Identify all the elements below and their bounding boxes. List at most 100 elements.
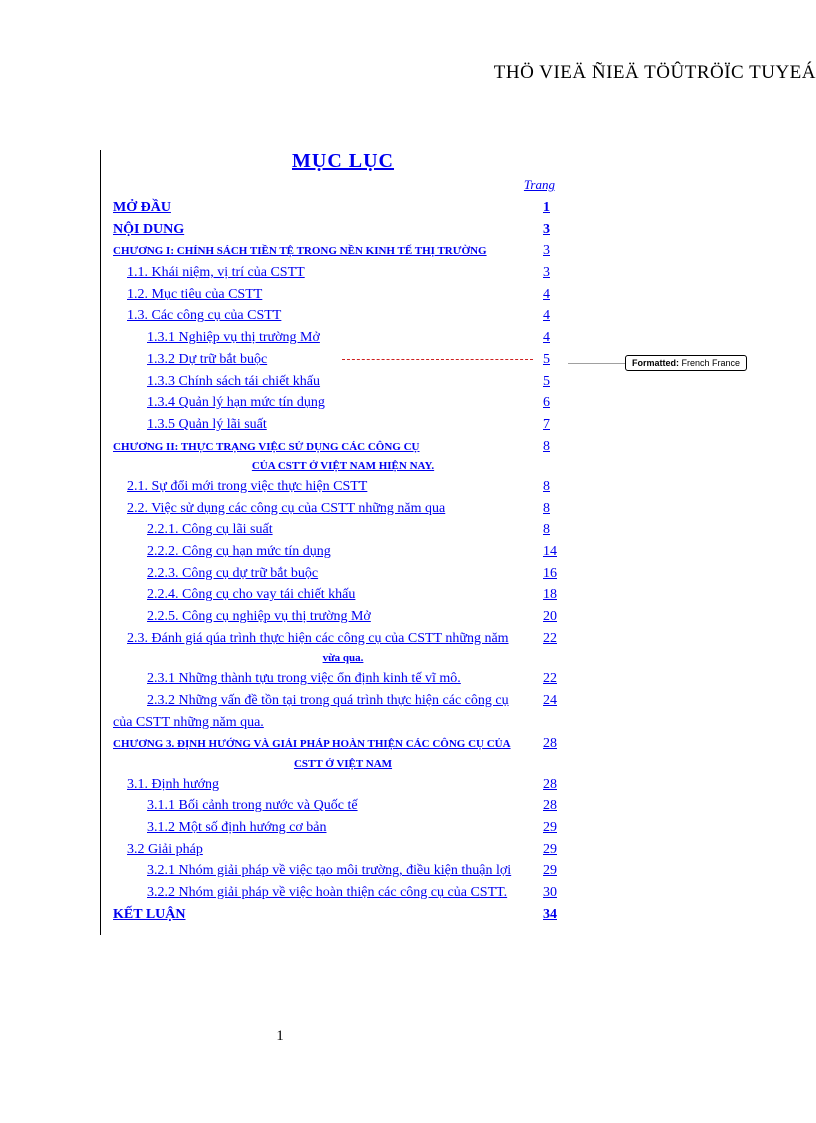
- toc-entry-label: 1.2. Mục tiêu của CSTT: [127, 284, 537, 306]
- toc-entry-label: 1.3. Các công cụ của CSTT: [127, 305, 537, 327]
- toc-entry-page: 4: [537, 284, 573, 306]
- toc-row[interactable]: của CSTT những năm qua.: [113, 712, 573, 734]
- toc-entry-label: 2.2.4. Công cụ cho vay tái chiết khấu: [147, 584, 537, 606]
- toc-row[interactable]: 2.2.3. Công cụ dự trữ bắt buộc16: [113, 563, 573, 585]
- format-comment-balloon: Formatted: French France: [625, 355, 747, 371]
- balloon-label: Formatted:: [632, 358, 679, 368]
- toc-row[interactable]: 3.2.1 Nhóm giải pháp về việc tạo môi trư…: [113, 860, 573, 882]
- toc-entry-label: NỘI DUNG: [113, 219, 537, 241]
- toc-row[interactable]: 1.2. Mục tiêu của CSTT4: [113, 284, 573, 306]
- toc-entry-page: 29: [537, 839, 573, 861]
- toc-entry-page: 3: [537, 262, 573, 284]
- toc-row[interactable]: 2.2.4. Công cụ cho vay tái chiết khấu18: [113, 584, 573, 606]
- toc-entry-page: 8: [537, 476, 573, 498]
- toc-entry-page: 20: [537, 606, 573, 628]
- toc-row[interactable]: MỞ ĐẦU1: [113, 197, 573, 219]
- toc-entry-page: 3: [537, 219, 573, 241]
- page-column-label: Trang: [113, 177, 573, 193]
- toc-row[interactable]: 3.1.1 Bối cảnh trong nước và Quốc tế28: [113, 795, 573, 817]
- toc-entry-label: 3.2.2 Nhóm giải pháp về việc hoàn thiện …: [147, 882, 537, 904]
- toc-row[interactable]: CHƯƠNG I: CHÍNH SÁCH TIỀN TỆ TRONG NỀN K…: [113, 240, 573, 262]
- toc-subheading: vừa qua.: [113, 649, 573, 668]
- toc-row[interactable]: 2.2.5. Công cụ nghiệp vụ thị trường Mở20: [113, 606, 573, 628]
- toc-entry-page: 3: [537, 240, 573, 262]
- toc-entry-page: 7: [537, 414, 573, 436]
- toc-entry-page: 8: [537, 436, 573, 458]
- toc-entry-page: 6: [537, 392, 573, 414]
- toc-entry-label: 2.2.5. Công cụ nghiệp vụ thị trường Mở: [147, 606, 537, 628]
- toc-row[interactable]: 2.3.2 Những vấn đề tồn tại trong quá trì…: [113, 690, 573, 712]
- toc-entry-label: 2.2.3. Công cụ dự trữ bắt buộc: [147, 563, 537, 585]
- toc-container: MỤC LỤC Trang MỞ ĐẦU1NỘI DUNG3CHƯƠNG I: …: [100, 150, 573, 935]
- toc-row[interactable]: CHƯƠNG 3. ĐỊNH HƯỚNG VÀ GIẢI PHÁP HOÀN T…: [113, 733, 573, 755]
- toc-entry-label: 2.2.1. Công cụ lãi suất: [147, 519, 537, 541]
- toc-row[interactable]: 1.3.2 Dự trữ bắt buộc5: [113, 349, 573, 371]
- toc-entry-page: 18: [537, 584, 573, 606]
- toc-row[interactable]: 2.2. Việc sử dụng các công cụ của CSTT n…: [113, 498, 573, 520]
- toc-row[interactable]: 2.2.1. Công cụ lãi suất8: [113, 519, 573, 541]
- toc-entry-label: CHƯƠNG II: THỰC TRẠNG VIỆC SỬ DỤNG CÁC C…: [113, 439, 537, 456]
- toc-row[interactable]: 2.2.2. Công cụ hạn mức tín dụng14: [113, 541, 573, 563]
- toc-title: MỤC LỤC: [113, 150, 573, 173]
- toc-entry-label: 2.2. Việc sử dụng các công cụ của CSTT n…: [127, 498, 537, 520]
- toc-row[interactable]: 1.1. Khái niệm, vị trí của CSTT3: [113, 262, 573, 284]
- toc-entry-label: 1.3.2 Dự trữ bắt buộc: [147, 349, 338, 371]
- toc-entry-label: 1.3.5 Quản lý lãi suất: [147, 414, 537, 436]
- toc-row[interactable]: 1.3.4 Quản lý hạn mức tín dụng6: [113, 392, 573, 414]
- page-number: 1: [0, 1028, 560, 1045]
- toc-row[interactable]: 3.2.2 Nhóm giải pháp về việc hoàn thiện …: [113, 882, 573, 904]
- toc-entry-page: 16: [537, 563, 573, 585]
- toc-entry-label: 2.3.2 Những vấn đề tồn tại trong quá trì…: [147, 690, 537, 712]
- revision-marker: [342, 359, 533, 360]
- toc-entry-page: 4: [537, 327, 573, 349]
- toc-row[interactable]: 3.1.2 Một số định hướng cơ bản29: [113, 817, 573, 839]
- toc-entry-page: 28: [537, 733, 573, 755]
- toc-entry-label: 3.1. Định hướng: [127, 774, 537, 796]
- toc-entry-page: 5: [537, 371, 573, 393]
- toc-row[interactable]: KẾT LUẬN34: [113, 904, 573, 926]
- toc-row[interactable]: 1.3. Các công cụ của CSTT4: [113, 305, 573, 327]
- toc-entry-label: 2.2.2. Công cụ hạn mức tín dụng: [147, 541, 537, 563]
- toc-entry-label: CHƯƠNG 3. ĐỊNH HƯỚNG VÀ GIẢI PHÁP HOÀN T…: [113, 736, 537, 753]
- toc-entry-label: MỞ ĐẦU: [113, 197, 537, 219]
- balloon-value: French France: [679, 358, 740, 368]
- toc-entry-label: KẾT LUẬN: [113, 904, 537, 926]
- toc-row[interactable]: 1.3.5 Quản lý lãi suất7: [113, 414, 573, 436]
- toc-entry-label: 2.3. Đánh giá qúa trình thực hiện các cô…: [127, 628, 537, 650]
- toc-entry-page: 34: [537, 904, 573, 926]
- toc-entry-label: của CSTT những năm qua.: [113, 712, 537, 734]
- comment-connector: [568, 363, 626, 365]
- toc-entry-label: 3.2.1 Nhóm giải pháp về việc tạo môi trư…: [147, 860, 537, 882]
- toc-subheading: CỦA CSTT Ở VIỆT NAM HIỆN NAY.: [113, 457, 573, 476]
- toc-entry-page: 4: [537, 305, 573, 327]
- toc-entry-page: 8: [537, 498, 573, 520]
- toc-entry-page: 30: [537, 882, 573, 904]
- toc-entry-page: 29: [537, 817, 573, 839]
- toc-row[interactable]: 3.2 Giải pháp29: [113, 839, 573, 861]
- toc-row[interactable]: 1.3.1 Nghiệp vụ thị trường Mở4: [113, 327, 573, 349]
- toc-entry-label: 1.1. Khái niệm, vị trí của CSTT: [127, 262, 537, 284]
- toc-row[interactable]: NỘI DUNG3: [113, 219, 573, 241]
- toc-row[interactable]: 2.3. Đánh giá qúa trình thực hiện các cô…: [113, 628, 573, 650]
- toc-entry-page: 8: [537, 519, 573, 541]
- toc-entry-label: CHƯƠNG I: CHÍNH SÁCH TIỀN TỆ TRONG NỀN K…: [113, 243, 537, 260]
- toc-entry-page: 28: [537, 795, 573, 817]
- toc-row[interactable]: 3.1. Định hướng28: [113, 774, 573, 796]
- toc-entry-label: 1.3.4 Quản lý hạn mức tín dụng: [147, 392, 537, 414]
- toc-entry-label: 3.2 Giải pháp: [127, 839, 537, 861]
- toc-entry-label: 3.1.2 Một số định hướng cơ bản: [147, 817, 537, 839]
- toc-entry-label: 1.3.1 Nghiệp vụ thị trường Mở: [147, 327, 537, 349]
- toc-subheading: CSTT Ở VIỆT NAM: [113, 755, 573, 774]
- watermark-header: THÖ VIEÄ ÑIEÄ TÖÛTRÖÏC TUYEÁ: [494, 62, 816, 84]
- toc-entry-page: 14: [537, 541, 573, 563]
- toc-entry-label: 3.1.1 Bối cảnh trong nước và Quốc tế: [147, 795, 537, 817]
- toc-row[interactable]: CHƯƠNG II: THỰC TRẠNG VIỆC SỬ DỤNG CÁC C…: [113, 436, 573, 458]
- toc-entry-page: 22: [537, 628, 573, 650]
- toc-entry-label: 2.3.1 Những thành tựu trong việc ổn định…: [147, 668, 537, 690]
- toc-entry-page: 28: [537, 774, 573, 796]
- toc-entry-label: 2.1. Sự đổi mới trong việc thực hiện CST…: [127, 476, 537, 498]
- toc-row[interactable]: 1.3.3 Chính sách tái chiết khấu5: [113, 371, 573, 393]
- toc-row[interactable]: 2.3.1 Những thành tựu trong việc ổn định…: [113, 668, 573, 690]
- toc-entry-page: 29: [537, 860, 573, 882]
- toc-row[interactable]: 2.1. Sự đổi mới trong việc thực hiện CST…: [113, 476, 573, 498]
